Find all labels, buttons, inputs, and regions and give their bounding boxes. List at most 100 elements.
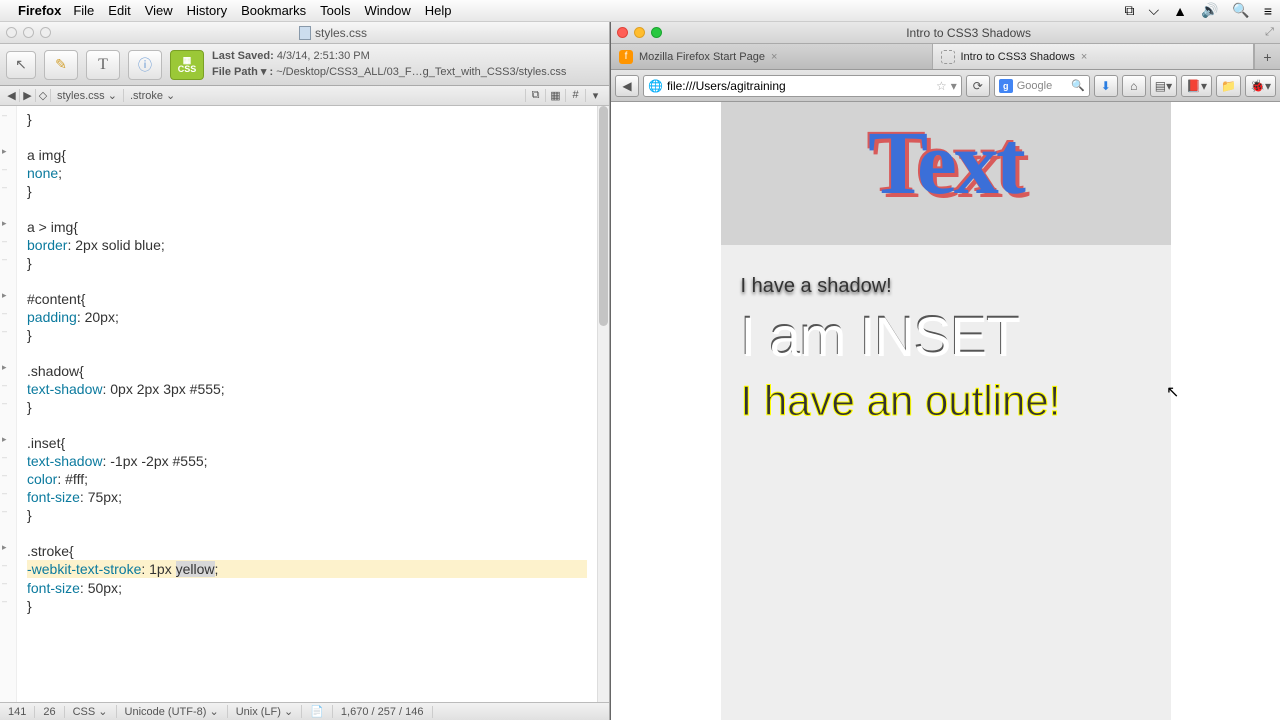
gutter-mark: – [2, 470, 7, 480]
wifi-icon[interactable]: ⌵ [1148, 2, 1159, 19]
status-lineending[interactable]: Unix (LF) ⌄ [228, 705, 303, 718]
editor-jump-bar[interactable]: ◀ ▶ ◇ styles.css ⌄ .stroke ⌄ ⧉ ▦ # ▾ [0, 86, 609, 106]
gutter-mark: – [2, 254, 7, 264]
editor-code-area[interactable]: –▸––▸––▸––▸––▸––––▸––– } a img{none;} a … [0, 106, 597, 702]
editor-close-button[interactable] [6, 27, 17, 38]
gutter-mark: – [2, 110, 7, 120]
inset-sample: I am INSET [741, 304, 1151, 369]
gutter-mark: – [2, 578, 7, 588]
volume-icon[interactable]: 🔊 [1201, 2, 1218, 19]
app-menu[interactable]: Firefox [18, 3, 61, 18]
gutter-mark: – [2, 452, 7, 462]
editor-scrollbar[interactable] [597, 106, 609, 702]
search-box[interactable]: g Google 🔍 [994, 75, 1090, 97]
text-tool-icon[interactable]: T [86, 50, 120, 80]
editor-gutter[interactable]: –▸––▸––▸––▸––▸––––▸––– [0, 106, 17, 702]
language-badge[interactable]: ▦CSS [170, 50, 204, 80]
editor-zoom-button[interactable] [40, 27, 51, 38]
devtools-button[interactable]: 🐞▾ [1245, 75, 1276, 97]
menu-file[interactable]: File [73, 3, 94, 18]
browser-tab-strip: f Mozilla Firefox Start Page × Intro to … [611, 44, 1280, 70]
new-tab-button[interactable]: + [1254, 44, 1280, 69]
jump-menu-icon[interactable]: ◇ [36, 89, 50, 102]
menu-edit[interactable]: Edit [108, 3, 130, 18]
document-name: styles.css [315, 26, 367, 40]
nav-back-icon[interactable]: ◀ [4, 89, 20, 102]
counterpart-icon[interactable]: ▦ [545, 89, 565, 102]
status-doc-icon[interactable]: 📄 [302, 705, 333, 718]
fold-toggle-icon[interactable]: ▸ [2, 290, 7, 301]
split-view-icon[interactable]: ⧉ [525, 89, 545, 102]
fullscreen-icon[interactable]: ⤢ [1265, 26, 1274, 39]
browser-titlebar[interactable]: Intro to CSS3 Shadows ⤢ [611, 22, 1280, 44]
crumb-symbol[interactable]: .stroke ⌄ [123, 89, 181, 102]
reader-button[interactable]: 📕▾ [1181, 75, 1212, 97]
editor-minimize-button[interactable] [23, 27, 34, 38]
shadow-sample: I have a shadow! [741, 275, 1151, 298]
fold-toggle-icon[interactable]: ▸ [2, 146, 7, 157]
sync-icon[interactable]: ▲ [1173, 3, 1187, 19]
browser-viewport[interactable]: Text I have a shadow! I am INSET I have … [611, 102, 1280, 720]
status-line: 141 [0, 706, 35, 718]
fold-toggle-icon[interactable]: ▸ [2, 362, 7, 373]
gutter-mark: – [2, 398, 7, 408]
browser-window-title: Intro to CSS3 Shadows [906, 26, 1031, 40]
hero-text: Text [721, 112, 1171, 215]
crumb-file[interactable]: styles.css ⌄ [50, 89, 123, 102]
reload-button[interactable]: ⟳ [966, 75, 990, 97]
fold-toggle-icon[interactable]: ▸ [2, 434, 7, 445]
status-col: 26 [35, 706, 64, 718]
menu-tools[interactable]: Tools [320, 3, 350, 18]
fold-toggle-icon[interactable]: ▸ [2, 542, 7, 553]
tab-close-icon[interactable]: × [771, 51, 777, 63]
bookmark-star-icon[interactable]: ☆ [936, 79, 947, 93]
gutter-mark: – [2, 380, 7, 390]
last-saved-label: Last Saved: [212, 50, 274, 62]
hero-section: Text [721, 102, 1171, 245]
browser-zoom-button[interactable] [651, 27, 662, 38]
browser-window: Intro to CSS3 Shadows ⤢ f Mozilla Firefo… [610, 22, 1280, 720]
feed-button[interactable]: ▤▾ [1150, 75, 1177, 97]
menu-window[interactable]: Window [365, 3, 411, 18]
pointer-tool-icon[interactable]: ↖ [6, 51, 36, 79]
browser-toolbar: ◀ 🌐 file:///Users/agitraining ☆ ▾ ⟳ g Go… [611, 70, 1280, 102]
gutter-mark: – [2, 326, 7, 336]
home-button[interactable]: ⌂ [1122, 75, 1146, 97]
spotlight-icon[interactable]: 🔍 [1232, 2, 1249, 19]
browser-minimize-button[interactable] [634, 27, 645, 38]
tab-css3-shadows[interactable]: Intro to CSS3 Shadows × [933, 44, 1255, 69]
editor-status-bar: 141 26 CSS ⌄ Unicode (UTF-8) ⌄ Unix (LF)… [0, 702, 609, 720]
outline-icon[interactable]: ▾ [585, 89, 605, 102]
mac-menubar: Firefox File Edit View History Bookmarks… [0, 0, 1280, 22]
edit-tool-icon[interactable]: ✎ [44, 50, 78, 80]
document-icon [299, 26, 311, 40]
screen-record-icon[interactable]: ⧉ [1124, 2, 1134, 19]
menu-bookmarks[interactable]: Bookmarks [241, 3, 306, 18]
status-lang[interactable]: CSS ⌄ [65, 705, 117, 718]
url-bar[interactable]: 🌐 file:///Users/agitraining ☆ ▾ [643, 75, 962, 97]
gutter-mark: – [2, 506, 7, 516]
gutter-mark: – [2, 596, 7, 606]
bookmarks-button[interactable]: 📁 [1216, 75, 1241, 97]
downloads-button[interactable]: ⬇ [1094, 75, 1118, 97]
nav-fwd-icon[interactable]: ▶ [20, 89, 36, 102]
editor-titlebar[interactable]: styles.css [0, 22, 609, 44]
search-go-icon[interactable]: 🔍 [1071, 79, 1085, 92]
editor-toolbar: ↖ ✎ T ⓘ ▦CSS Last Saved: 4/3/14, 2:51:30… [0, 44, 609, 86]
code-text[interactable]: } a img{none;} a > img{border: 2px solid… [17, 106, 597, 619]
hash-icon[interactable]: # [565, 89, 585, 102]
menu-history[interactable]: History [187, 3, 227, 18]
tab-start-page[interactable]: f Mozilla Firefox Start Page × [611, 44, 933, 69]
info-tool-icon[interactable]: ⓘ [128, 50, 162, 80]
menu-help[interactable]: Help [425, 3, 452, 18]
menu-extras-icon[interactable]: ≡ [1264, 3, 1272, 19]
back-button[interactable]: ◀ [615, 75, 639, 97]
status-bytes: 1,670 / 257 / 146 [333, 706, 433, 718]
scrollbar-thumb[interactable] [599, 106, 608, 326]
fold-toggle-icon[interactable]: ▸ [2, 218, 7, 229]
status-encoding[interactable]: Unicode (UTF-8) ⌄ [117, 705, 228, 718]
tab-close-icon[interactable]: × [1081, 51, 1087, 63]
dropdown-icon[interactable]: ▾ [951, 79, 957, 93]
browser-close-button[interactable] [617, 27, 628, 38]
menu-view[interactable]: View [145, 3, 173, 18]
